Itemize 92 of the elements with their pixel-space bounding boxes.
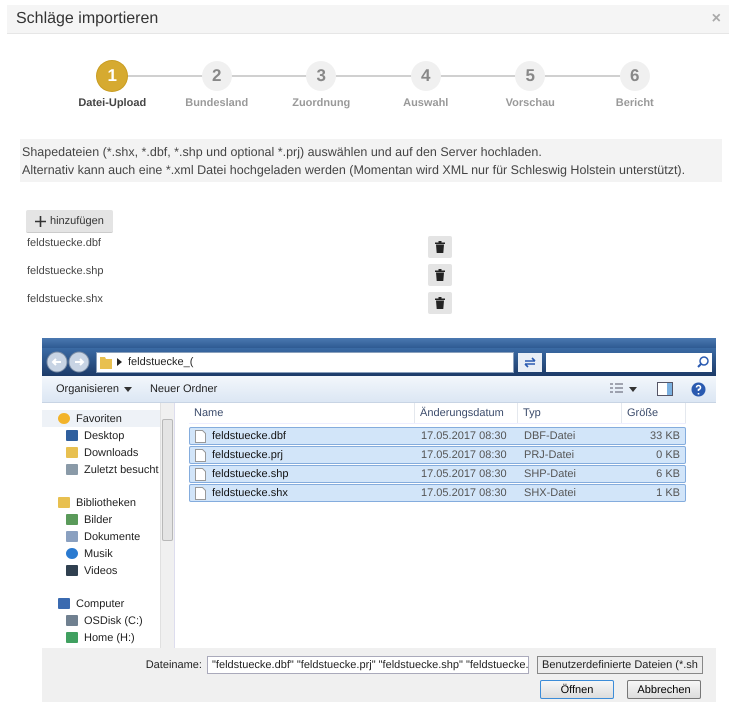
nav-item[interactable]: OSDisk (C:): [42, 612, 160, 629]
nav-item[interactable]: Musik: [42, 545, 160, 562]
description-text: Shapedateien (*.shx, *.dbf, *.shp und optional *.prj) auswählen und auf den Server hochladen.: [22, 144, 543, 161]
nav-item[interactable]: Favoriten: [42, 410, 160, 427]
nav-icon: [66, 615, 78, 626]
file-date: 17.05.2017 08:30: [420, 449, 508, 461]
nav-item[interactable]: Bilder: [42, 511, 160, 528]
column-header[interactable]: Änderungsdatum: [415, 403, 518, 423]
nav-icon: [58, 497, 70, 508]
file-size: 6 KB: [655, 468, 681, 480]
step-label: Zuordnung: [292, 97, 350, 109]
column-header[interactable]: Größe: [622, 403, 686, 423]
address-bar[interactable]: feldstuecke_(: [96, 352, 514, 372]
help-icon[interactable]: [691, 382, 706, 396]
step-label: Datei-Upload: [78, 97, 146, 109]
nav-icon: [66, 632, 78, 643]
file-name: feldstuecke.dbf: [27, 237, 102, 249]
file-size: 33 KB: [649, 430, 681, 442]
file-name: feldstuecke.dbf: [212, 430, 286, 442]
toolbar-button[interactable]: Organisieren: [56, 383, 119, 395]
folder-icon: [100, 355, 112, 369]
file-icon: [195, 468, 206, 480]
nav-item[interactable]: Zuletzt besucht: [42, 461, 160, 478]
back-forward-icon[interactable]: [46, 351, 92, 373]
dialog-button[interactable]: Öffnen: [540, 680, 614, 699]
nav-icon: [58, 598, 70, 609]
file-row[interactable]: feldstuecke.dbf 17.05.2017 08:30 DBF-Datei 33 KB: [189, 427, 686, 445]
scrollbar[interactable]: [160, 403, 174, 648]
nav-item[interactable]: Bibliotheken: [42, 494, 160, 511]
file-row[interactable]: feldstuecke.shx 17.05.2017 08:30 SHX-Datei 1 KB: [189, 484, 686, 502]
nav-item[interactable]: Computer: [42, 595, 160, 612]
file-size: 1 KB: [655, 487, 681, 499]
file-type: SHP-Datei: [523, 468, 577, 480]
address-text: feldstuecke_(: [128, 356, 194, 368]
nav-icon: [66, 531, 78, 542]
delete-button[interactable]: [428, 236, 452, 258]
filename-field[interactable]: "feldstuecke.dbf" "feldstuecke.prj" "feldstuecke.shp" "feldstuecke.: [207, 656, 529, 674]
modal-title: Schläge importieren: [16, 10, 158, 28]
plus-icon: [35, 216, 46, 226]
nav-item[interactable]: Dokumente: [42, 528, 160, 545]
dialog-button[interactable]: Abbrechen: [627, 680, 701, 699]
toolbar-button[interactable]: Neuer Ordner: [150, 383, 218, 395]
nav-item[interactable]: Desktop: [42, 427, 160, 444]
file-size: 0 KB: [655, 449, 681, 461]
chevron-icon: [117, 358, 123, 366]
file-row[interactable]: feldstuecke.prj 17.05.2017 08:30 PRJ-Datei 0 KB: [189, 446, 686, 464]
column-header[interactable]: Name: [189, 403, 415, 423]
column-header[interactable]: Typ: [518, 403, 622, 423]
refresh-icon: [523, 356, 537, 368]
nav-icon: [66, 565, 78, 576]
search-field[interactable]: [546, 352, 712, 372]
file-name: feldstuecke.prj: [212, 449, 283, 461]
caret-icon[interactable]: [124, 386, 132, 392]
file-icon: [195, 448, 206, 462]
file-date: 17.05.2017 08:30: [420, 430, 508, 442]
delete-button[interactable]: [428, 264, 452, 286]
nav-icon: [58, 413, 70, 424]
file-icon: [195, 486, 206, 500]
file-date: 17.05.2017 08:30: [420, 487, 508, 499]
add-button[interactable]: hinzufügen: [26, 210, 113, 233]
file-type: DBF-Datei: [523, 430, 576, 442]
trash-icon: [435, 269, 445, 281]
refresh-button[interactable]: [518, 352, 542, 372]
filename-label: Dateiname:: [146, 659, 202, 671]
file-name: feldstuecke.shp: [27, 265, 104, 277]
trash-icon: [435, 241, 445, 253]
file-name: feldstuecke.shx: [27, 293, 104, 305]
delete-button[interactable]: [428, 292, 452, 314]
preview-pane-icon[interactable]: [657, 382, 673, 396]
nav-item[interactable]: Downloads: [42, 444, 160, 461]
nav-icon: [66, 430, 78, 441]
file-date: 17.05.2017 08:30: [420, 468, 508, 480]
step-label: Auswahl: [403, 97, 448, 109]
file-name: feldstuecke.shp: [212, 468, 288, 480]
step-label: Bundesland: [185, 97, 248, 109]
nav-icon: [66, 464, 78, 475]
file-row[interactable]: feldstuecke.shp 17.05.2017 08:30 SHP-Datei 6 KB: [189, 465, 686, 483]
file-type: PRJ-Datei: [523, 449, 576, 461]
file-icon: [195, 430, 206, 442]
search-icon: [697, 356, 709, 368]
file-name: feldstuecke.shx: [212, 487, 288, 499]
file-type: SHX-Datei: [523, 487, 577, 499]
nav-icon: [66, 514, 78, 525]
nav-item[interactable]: Home (H:): [42, 629, 160, 646]
trash-icon: [435, 297, 445, 309]
step-label: Vorschau: [506, 97, 555, 109]
nav-icon: [66, 447, 78, 458]
step-label: Bericht: [616, 97, 654, 109]
nav-icon: [66, 548, 78, 559]
nav-item[interactable]: Videos: [42, 562, 160, 579]
filetype-dropdown[interactable]: Benutzerdefinierte Dateien (*.sh: [537, 656, 703, 674]
description-text: Alternativ kann auch eine *.xml Datei hochgeladen werden (Momentan wird XML nur für Schleswig Holstein unterstützt).: [22, 162, 686, 179]
